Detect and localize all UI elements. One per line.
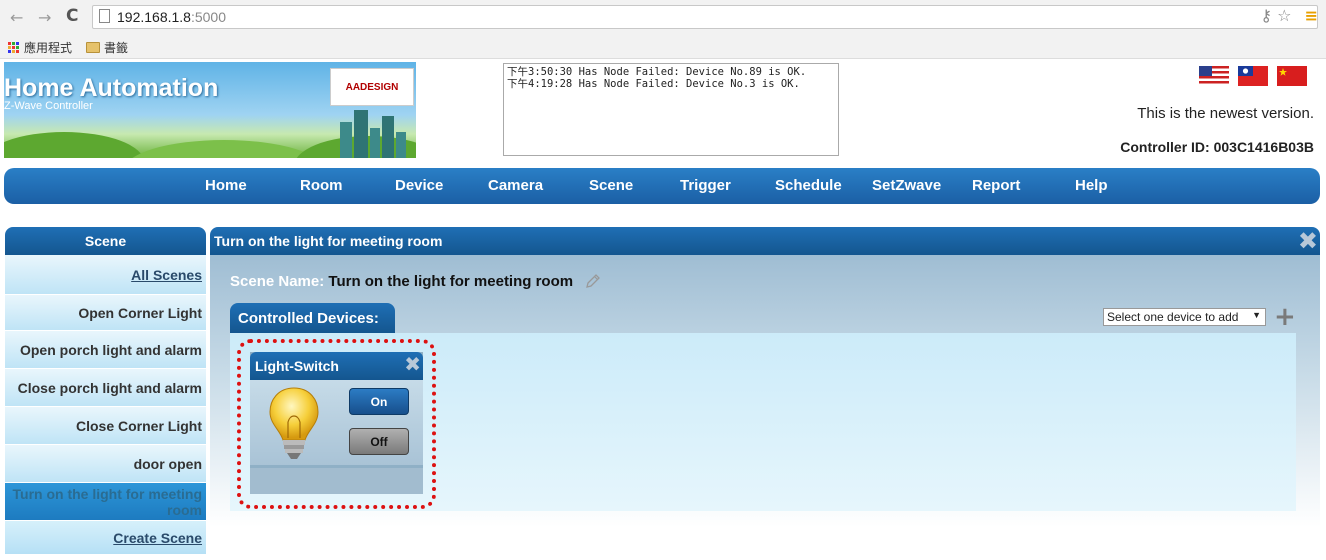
building-graphic [382, 116, 394, 158]
page-icon [99, 9, 110, 23]
add-device-select[interactable]: Select one device to add ▼ [1103, 308, 1266, 326]
sidebar-item-scene[interactable]: Close porch light and alarm [5, 369, 206, 407]
url-text: 192.168.1.8:5000 [117, 9, 227, 25]
create-scene-link[interactable]: Create Scene [5, 521, 206, 555]
off-button[interactable]: Off [349, 428, 409, 455]
scene-name-value: Turn on the light for meeting room [328, 273, 574, 290]
bookmark-apps[interactable]: 應用程式 [8, 39, 72, 56]
company-logo: AADESIGN [330, 68, 414, 106]
nav-device[interactable]: Device [395, 177, 443, 194]
taiwan-flag-icon[interactable] [1238, 66, 1268, 86]
site-title: Home Automation [4, 74, 219, 102]
scene-name-row: Scene Name: Turn on the light for meetin… [230, 273, 601, 290]
device-card-body: On Off [250, 380, 423, 465]
panel-header: Turn on the light for meeting room ✖ [210, 227, 1320, 255]
add-device-plus-icon[interactable]: + [1274, 304, 1296, 330]
panel-title: Turn on the light for meeting room [214, 233, 443, 249]
sidebar-item-active-scene[interactable]: Turn on the light for meeting room [5, 483, 206, 521]
controlled-devices-tab: Controlled Devices: [230, 303, 395, 333]
sidebar-item-scene[interactable]: door open [5, 445, 206, 483]
site-subtitle: Z-Wave Controller [4, 100, 93, 112]
reload-icon[interactable]: C [66, 6, 78, 26]
bookmark-folder[interactable]: 書籤 [86, 39, 128, 56]
add-device-select-value: Select one device to add [1107, 310, 1239, 324]
back-icon[interactable]: ← [10, 8, 23, 27]
forward-icon[interactable]: → [38, 8, 51, 27]
nav-setzwave[interactable]: SetZwave [872, 177, 941, 194]
controller-id: Controller ID: 003C1416B03B [1120, 139, 1314, 155]
hill-graphic [4, 132, 144, 158]
building-graphic [396, 132, 406, 158]
chevron-down-icon: ▼ [1252, 310, 1261, 320]
version-status: This is the newest version. [1137, 105, 1314, 122]
bookmarks-bar: 應用程式 書籤 [0, 35, 1326, 59]
nav-report[interactable]: Report [972, 177, 1020, 194]
star-icon[interactable]: ☆ [1277, 6, 1291, 25]
sidebar-item-scene[interactable]: Open Corner Light [5, 295, 206, 331]
nav-scene[interactable]: Scene [589, 177, 633, 194]
nav-home[interactable]: Home [205, 177, 247, 194]
nav-room[interactable]: Room [300, 177, 343, 194]
scene-name-label: Scene Name: [230, 273, 325, 290]
building-graphic [354, 110, 368, 158]
nav-camera[interactable]: Camera [488, 177, 543, 194]
sidebar-item-scene[interactable]: Open porch light and alarm [5, 331, 206, 369]
building-graphic [370, 128, 380, 158]
device-name: Light-Switch [255, 358, 339, 374]
device-card: Light-Switch ✖ On Off [250, 352, 423, 494]
device-card-header: Light-Switch ✖ [250, 352, 423, 380]
nav-help[interactable]: Help [1075, 177, 1108, 194]
bookmark-folder-label: 書籤 [104, 41, 129, 55]
folder-icon [86, 42, 100, 53]
browser-toolbar: ← → C 192.168.1.8:5000 ⚷ ☆ ≡ [0, 0, 1326, 35]
apps-icon [8, 41, 20, 54]
light-bulb-icon [269, 387, 319, 459]
us-flag-icon[interactable] [1199, 66, 1229, 86]
sidebar-item-scene[interactable]: Close Corner Light [5, 407, 206, 445]
sidebar-item-all-scenes[interactable]: All Scenes [5, 255, 206, 295]
nav-trigger[interactable]: Trigger [680, 177, 731, 194]
close-icon[interactable]: ✖ [1298, 229, 1318, 253]
site-banner: Home Automation Z-Wave Controller AADESI… [4, 62, 416, 158]
china-flag-icon[interactable] [1277, 66, 1307, 86]
event-log[interactable]: 下午3:50:30 Has Node Failed: Device No.89 … [503, 63, 839, 156]
scene-sidebar: Scene All Scenes Open Corner Light Open … [5, 227, 206, 555]
close-icon[interactable]: ✖ [404, 354, 421, 374]
hill-graphic [124, 140, 324, 158]
on-button[interactable]: On [349, 388, 409, 415]
nav-schedule[interactable]: Schedule [775, 177, 842, 194]
sidebar-title: Scene [5, 227, 206, 255]
building-graphic [340, 122, 352, 158]
browser-actions: ⚷ ☆ ≡ [1260, 6, 1318, 25]
language-flags [1199, 66, 1307, 86]
bookmark-apps-label: 應用程式 [24, 41, 73, 55]
main-nav: Home Room Device Camera Scene Trigger Sc… [4, 168, 1320, 204]
device-card-footer [250, 468, 423, 494]
pencil-icon[interactable] [585, 273, 601, 289]
address-bar[interactable]: 192.168.1.8:5000 [92, 5, 1318, 29]
key-icon[interactable]: ⚷ [1260, 6, 1272, 25]
menu-icon[interactable]: ≡ [1305, 6, 1318, 25]
